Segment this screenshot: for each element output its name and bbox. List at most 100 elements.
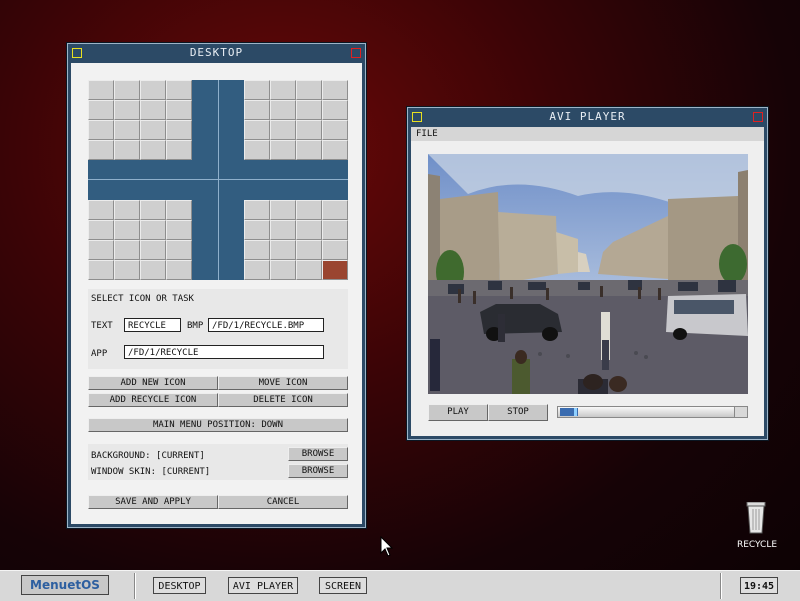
grid-cell-reserved[interactable]: [244, 160, 270, 180]
menuetos-start-button[interactable]: MenuetOS: [21, 575, 109, 595]
grid-cell-reserved[interactable]: [296, 180, 322, 200]
grid-cell[interactable]: [296, 220, 322, 240]
grid-cell[interactable]: [114, 240, 140, 260]
grid-cell-selected[interactable]: [322, 260, 348, 280]
grid-cell[interactable]: [88, 120, 114, 140]
add-new-icon-button[interactable]: ADD NEW ICON: [88, 376, 218, 390]
grid-cell-reserved[interactable]: [192, 200, 218, 220]
main-menu-position-button[interactable]: MAIN MENU POSITION: DOWN: [88, 418, 348, 432]
grid-cell[interactable]: [296, 140, 322, 160]
move-icon-button[interactable]: MOVE ICON: [218, 376, 348, 390]
grid-cell-reserved[interactable]: [140, 180, 166, 200]
grid-cell[interactable]: [166, 240, 192, 260]
window-menu-box-icon[interactable]: [412, 112, 422, 122]
grid-cell[interactable]: [296, 80, 322, 100]
grid-cell[interactable]: [114, 140, 140, 160]
grid-cell[interactable]: [140, 80, 166, 100]
task-screen[interactable]: SCREEN: [319, 577, 367, 594]
grid-cell-reserved[interactable]: [192, 240, 218, 260]
grid-cell[interactable]: [140, 140, 166, 160]
grid-cell-reserved[interactable]: [192, 100, 218, 120]
task-avi-player[interactable]: AVI PLAYER: [228, 577, 298, 594]
grid-cell[interactable]: [88, 240, 114, 260]
browse-skin-button[interactable]: BROWSE: [288, 464, 348, 478]
add-recycle-icon-button[interactable]: ADD RECYCLE ICON: [88, 393, 218, 407]
grid-cell-reserved[interactable]: [192, 260, 218, 280]
text-input[interactable]: RECYCLE: [124, 318, 181, 332]
grid-cell[interactable]: [166, 120, 192, 140]
grid-cell[interactable]: [140, 100, 166, 120]
save-and-apply-button[interactable]: SAVE AND APPLY: [88, 495, 218, 509]
grid-cell[interactable]: [88, 260, 114, 280]
grid-cell-reserved[interactable]: [218, 120, 244, 140]
grid-cell-reserved[interactable]: [218, 200, 244, 220]
grid-cell-reserved[interactable]: [114, 160, 140, 180]
grid-cell[interactable]: [244, 200, 270, 220]
grid-cell[interactable]: [140, 220, 166, 240]
grid-cell-reserved[interactable]: [218, 100, 244, 120]
grid-cell-reserved[interactable]: [218, 80, 244, 100]
grid-cell[interactable]: [140, 200, 166, 220]
grid-cell-reserved[interactable]: [218, 240, 244, 260]
grid-cell[interactable]: [166, 220, 192, 240]
grid-cell[interactable]: [322, 240, 348, 260]
grid-cell-reserved[interactable]: [270, 180, 296, 200]
grid-cell-reserved[interactable]: [270, 160, 296, 180]
file-menu[interactable]: FILE: [416, 129, 438, 139]
grid-cell[interactable]: [166, 80, 192, 100]
grid-cell[interactable]: [322, 120, 348, 140]
grid-cell[interactable]: [114, 260, 140, 280]
grid-cell-reserved[interactable]: [166, 160, 192, 180]
grid-cell[interactable]: [322, 220, 348, 240]
grid-cell-reserved[interactable]: [88, 160, 114, 180]
grid-cell-reserved[interactable]: [218, 160, 244, 180]
grid-cell-reserved[interactable]: [218, 180, 244, 200]
bmp-path-input[interactable]: /FD/1/RECYCLE.BMP: [208, 318, 324, 332]
recycle-desktop-icon[interactable]: RECYCLE: [733, 500, 781, 552]
grid-cell[interactable]: [296, 120, 322, 140]
grid-cell[interactable]: [244, 140, 270, 160]
grid-cell[interactable]: [244, 220, 270, 240]
grid-cell[interactable]: [322, 100, 348, 120]
grid-cell[interactable]: [244, 120, 270, 140]
grid-cell[interactable]: [166, 260, 192, 280]
delete-icon-button[interactable]: DELETE ICON: [218, 393, 348, 407]
browse-background-button[interactable]: BROWSE: [288, 447, 348, 461]
grid-cell[interactable]: [244, 240, 270, 260]
grid-cell[interactable]: [88, 80, 114, 100]
grid-cell[interactable]: [114, 220, 140, 240]
stop-button[interactable]: STOP: [488, 404, 548, 421]
grid-cell[interactable]: [296, 100, 322, 120]
grid-cell[interactable]: [296, 240, 322, 260]
grid-cell-reserved[interactable]: [192, 80, 218, 100]
desktop-window-titlebar[interactable]: DESKTOP: [68, 44, 365, 62]
grid-cell[interactable]: [140, 120, 166, 140]
grid-cell[interactable]: [322, 200, 348, 220]
grid-cell-reserved[interactable]: [218, 140, 244, 160]
grid-cell[interactable]: [88, 100, 114, 120]
grid-cell[interactable]: [166, 100, 192, 120]
grid-cell[interactable]: [270, 120, 296, 140]
grid-cell[interactable]: [114, 100, 140, 120]
play-button[interactable]: PLAY: [428, 404, 488, 421]
grid-cell[interactable]: [270, 100, 296, 120]
grid-cell[interactable]: [166, 140, 192, 160]
grid-cell[interactable]: [114, 200, 140, 220]
grid-cell-reserved[interactable]: [166, 180, 192, 200]
grid-cell[interactable]: [244, 260, 270, 280]
grid-cell[interactable]: [270, 140, 296, 160]
grid-cell-reserved[interactable]: [322, 180, 348, 200]
window-menu-box-icon[interactable]: [72, 48, 82, 58]
grid-cell[interactable]: [270, 200, 296, 220]
grid-cell[interactable]: [244, 80, 270, 100]
close-box-icon[interactable]: [351, 48, 361, 58]
progress-track[interactable]: [557, 406, 748, 418]
grid-cell[interactable]: [88, 220, 114, 240]
grid-cell[interactable]: [296, 200, 322, 220]
task-desktop[interactable]: DESKTOP: [153, 577, 206, 594]
grid-cell-reserved[interactable]: [192, 220, 218, 240]
cancel-button[interactable]: CANCEL: [218, 495, 348, 509]
grid-cell[interactable]: [244, 100, 270, 120]
grid-cell-reserved[interactable]: [114, 180, 140, 200]
grid-cell[interactable]: [322, 80, 348, 100]
